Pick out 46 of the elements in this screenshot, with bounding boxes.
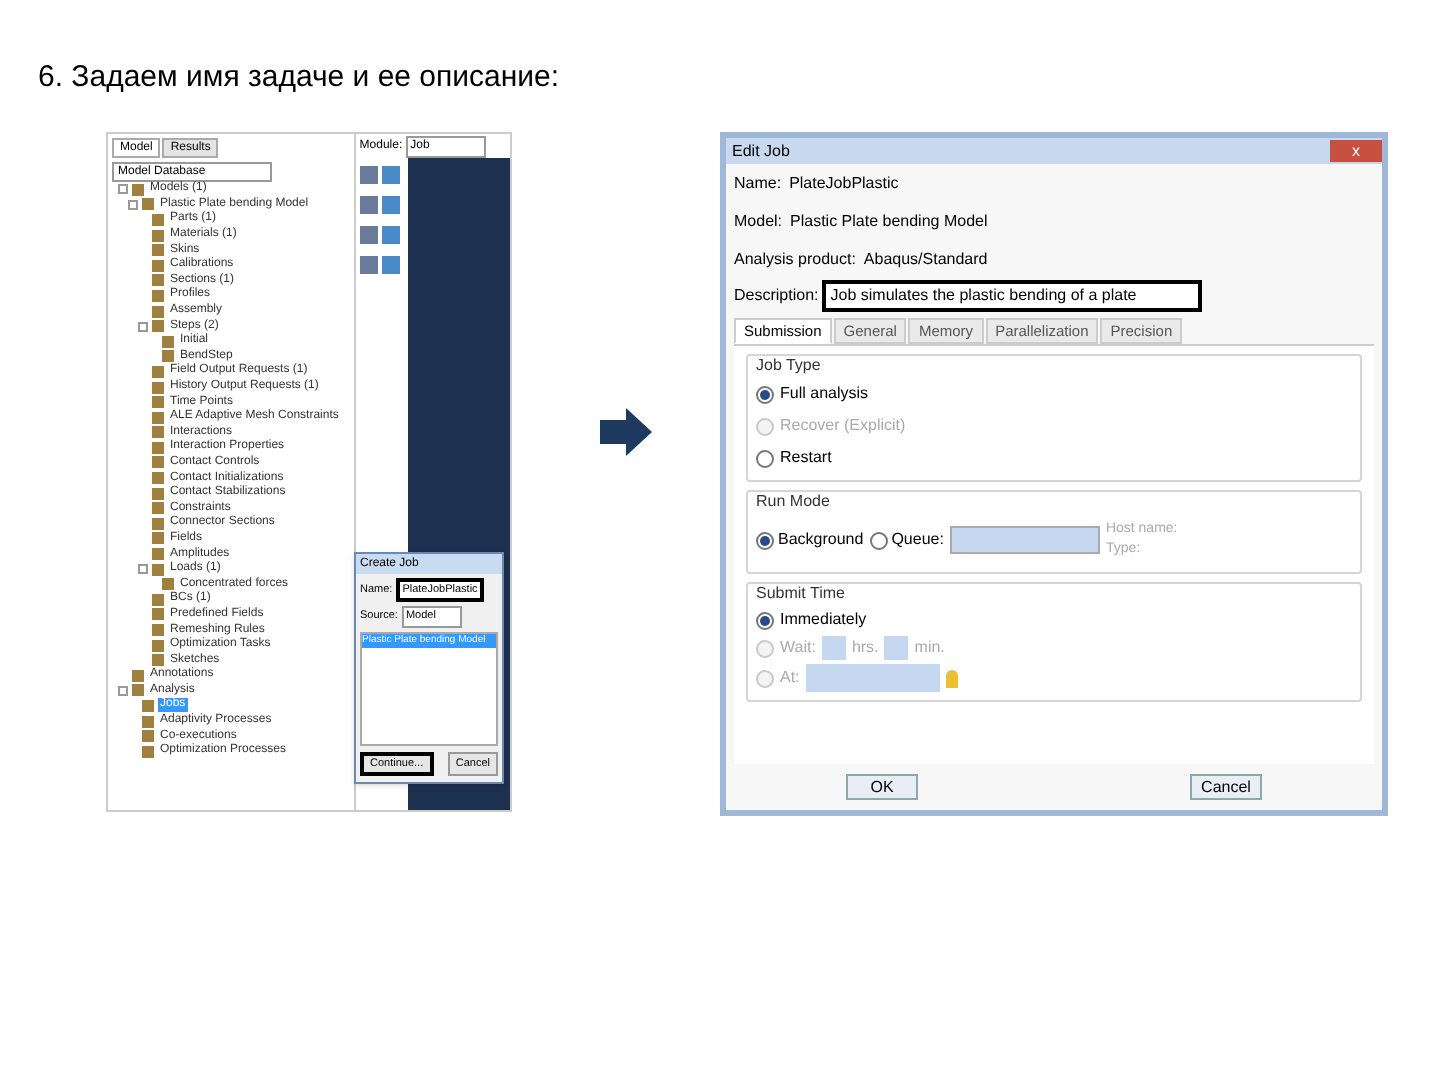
toolbar-icon[interactable] (359, 226, 400, 244)
radio-button[interactable] (756, 639, 774, 658)
option-label: Full analysis (780, 382, 869, 407)
option-label: Wait: (780, 636, 816, 661)
option-label: Queue: (891, 528, 944, 553)
close-button[interactable]: x (1330, 140, 1382, 162)
radio-button[interactable] (869, 531, 888, 550)
unit-label: min. (914, 636, 945, 661)
radio-button[interactable] (756, 531, 774, 550)
info-value: Abaqus/Standard (863, 247, 988, 271)
hours-field[interactable] (821, 636, 846, 661)
expander-icon[interactable] (118, 685, 128, 696)
radio-button[interactable] (756, 611, 774, 630)
group-title: Run Mode (756, 490, 832, 515)
info-value: PlateJobPlastic (789, 171, 899, 195)
radio-button[interactable] (756, 669, 774, 688)
option-label: At: (780, 666, 800, 691)
expander-icon[interactable] (138, 564, 148, 575)
toolbar-icon[interactable] (359, 256, 400, 274)
option-label: Immediately (780, 608, 867, 633)
description-label: Description: (734, 284, 819, 308)
radio-button[interactable] (756, 385, 774, 404)
minutes-field[interactable] (884, 636, 909, 661)
info-label: Name: (734, 171, 782, 195)
slide-title: 6. Задаем имя задаче и ее описание: (36, 58, 562, 98)
toolbar-icon[interactable] (359, 196, 400, 214)
option-label: Recover (Explicit) (780, 414, 906, 439)
option-label: Background (778, 528, 864, 553)
lightbulb-icon[interactable] (945, 669, 958, 688)
dialog-button[interactable]: OK (846, 774, 918, 800)
dialog-button[interactable]: Cancel (1190, 774, 1262, 800)
queue-dropdown[interactable] (949, 526, 1100, 555)
radio-button[interactable] (756, 449, 774, 468)
info-value: Plastic Plate bending Model (790, 209, 988, 233)
expander-icon[interactable] (138, 321, 148, 332)
description-field[interactable]: Job simulates the plastic bending of a plate (822, 280, 1203, 312)
info-label: Analysis product: (734, 247, 856, 271)
option-label: Restart (780, 446, 832, 471)
time-field[interactable] (805, 664, 940, 693)
dialog-title: Edit Job (732, 139, 790, 163)
unit-label: hrs. (851, 636, 879, 661)
group-title: Job Type (756, 354, 823, 379)
group-title: Submit Time (756, 582, 847, 607)
toolbar-icon[interactable] (359, 166, 400, 184)
info-label: Model: (734, 209, 783, 233)
right-arrow-icon (600, 408, 652, 456)
